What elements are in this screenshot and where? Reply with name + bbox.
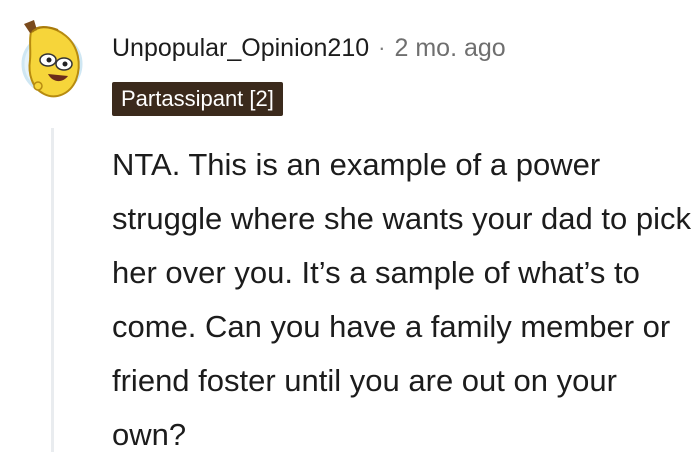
comment-meta: Unpopular_Opinion210 · 2 mo. ago (112, 30, 506, 66)
user-flair: Partassipant [2] (112, 82, 283, 116)
avatar[interactable] (18, 14, 90, 106)
thread-line[interactable] (51, 128, 54, 452)
meta-separator: · (378, 35, 386, 60)
banana-mascot-icon (21, 20, 83, 98)
comment-timestamp[interactable]: 2 mo. ago (394, 34, 505, 63)
comment-body: NTA. This is an example of a power strug… (112, 147, 691, 452)
author-username[interactable]: Unpopular_Opinion210 (112, 34, 369, 63)
comment: Unpopular_Opinion210 · 2 mo. ago Partass… (0, 0, 700, 452)
